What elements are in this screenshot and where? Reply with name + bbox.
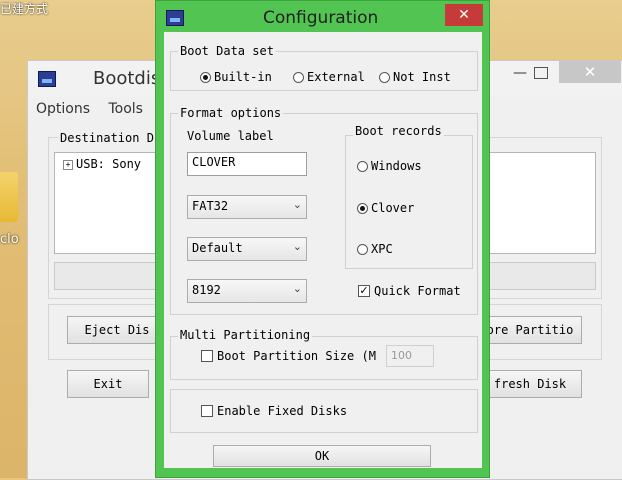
folder-label: clo xyxy=(0,232,19,247)
chevron-down-icon: ⌄ xyxy=(292,282,302,295)
radio-not-inst-label: Not Inst xyxy=(393,70,451,84)
menu-options[interactable]: Options xyxy=(36,101,90,117)
filesystem-value: FAT32 xyxy=(192,199,229,213)
bg-window-title: Bootdis xyxy=(93,68,161,89)
fixed-disks-label: Enable Fixed Disks xyxy=(217,404,348,418)
radio-built-in-label: Built-in xyxy=(214,70,272,84)
cluster-size-select[interactable]: 8192 ⌄ xyxy=(187,279,307,303)
desktop-text: 已建方式 xyxy=(0,2,49,16)
radio-xpc-dot[interactable] xyxy=(357,243,368,255)
menu-tools[interactable]: Tools xyxy=(108,101,143,117)
minimize-icon[interactable]: — xyxy=(508,65,532,85)
boot-partition-size-input[interactable]: 100 xyxy=(386,345,434,367)
radio-external[interactable]: External xyxy=(293,70,365,84)
fixed-disks-box[interactable] xyxy=(201,405,213,417)
radio-xpc-label: XPC xyxy=(371,242,393,256)
boot-partition-label: Boot Partition Size (M xyxy=(217,349,376,363)
boot-partition-checkbox[interactable]: Boot Partition Size (M xyxy=(201,349,376,363)
radio-windows-dot[interactable] xyxy=(357,160,368,172)
radio-xpc[interactable]: XPC xyxy=(357,242,393,256)
quick-format-label: Quick Format xyxy=(374,284,461,298)
radio-clover-dot[interactable] xyxy=(357,202,368,214)
volume-label-caption: Volume label xyxy=(187,129,274,143)
checkmark-icon[interactable]: ✓ xyxy=(358,285,370,297)
dialog-close-button[interactable]: ✕ xyxy=(445,4,483,26)
radio-external-dot[interactable] xyxy=(293,71,304,83)
bg-close-button[interactable]: ✕ xyxy=(559,61,621,83)
volume-label-input[interactable]: CLOVER xyxy=(187,152,307,176)
app-icon xyxy=(38,71,56,87)
radio-not-inst[interactable]: Not Inst xyxy=(379,70,451,84)
cluster-size-value: 8192 xyxy=(192,283,221,297)
radio-windows[interactable]: Windows xyxy=(357,159,422,173)
boot-partition-box[interactable] xyxy=(201,350,213,362)
boot-records-label: Boot records xyxy=(353,124,444,138)
configuration-dialog: Configuration ✕ Boot Data set Built-in E… xyxy=(155,0,490,478)
menubar: Options Tools xyxy=(36,101,157,117)
radio-built-in-dot[interactable] xyxy=(200,71,211,83)
maximize-icon[interactable] xyxy=(534,67,548,79)
tree-item-usb[interactable]: + USB: Sony xyxy=(63,157,141,171)
radio-not-inst-dot[interactable] xyxy=(379,71,390,83)
radio-clover-label: Clover xyxy=(371,201,415,215)
destination-group-label: Destination D xyxy=(58,131,156,145)
exit-button[interactable]: Exit xyxy=(67,370,149,398)
dialog-body: Boot Data set Built-in External Not Inst… xyxy=(164,32,482,468)
filesystem-select[interactable]: FAT32 ⌄ xyxy=(187,195,307,219)
refresh-disk-button[interactable]: fresh Disk xyxy=(478,370,582,398)
dialog-title: Configuration xyxy=(263,8,379,28)
quick-format-checkbox[interactable]: ✓ Quick Format xyxy=(358,284,461,298)
boot-data-label: Boot Data set xyxy=(178,44,276,58)
alloc-value: Default xyxy=(192,241,243,255)
restore-partition-button[interactable]: ore Partitio xyxy=(478,316,582,344)
fixed-disks-checkbox[interactable]: Enable Fixed Disks xyxy=(201,404,347,418)
chevron-down-icon: ⌄ xyxy=(292,240,302,253)
format-label: Format options xyxy=(178,106,284,120)
tree-item-label: USB: Sony xyxy=(76,157,142,171)
ok-button[interactable]: OK xyxy=(213,445,431,467)
dialog-app-icon xyxy=(166,10,184,26)
expand-icon[interactable]: + xyxy=(63,159,73,170)
radio-built-in[interactable]: Built-in xyxy=(200,70,272,84)
multi-partition-label: Multi Partitioning xyxy=(178,328,313,342)
radio-clover[interactable]: Clover xyxy=(357,201,414,215)
folder-icon[interactable] xyxy=(0,172,18,222)
chevron-down-icon: ⌄ xyxy=(292,198,302,211)
eject-disk-button[interactable]: Eject Dis xyxy=(67,316,167,344)
alloc-select[interactable]: Default ⌄ xyxy=(187,237,307,261)
radio-windows-label: Windows xyxy=(371,159,422,173)
radio-external-label: External xyxy=(307,70,365,84)
